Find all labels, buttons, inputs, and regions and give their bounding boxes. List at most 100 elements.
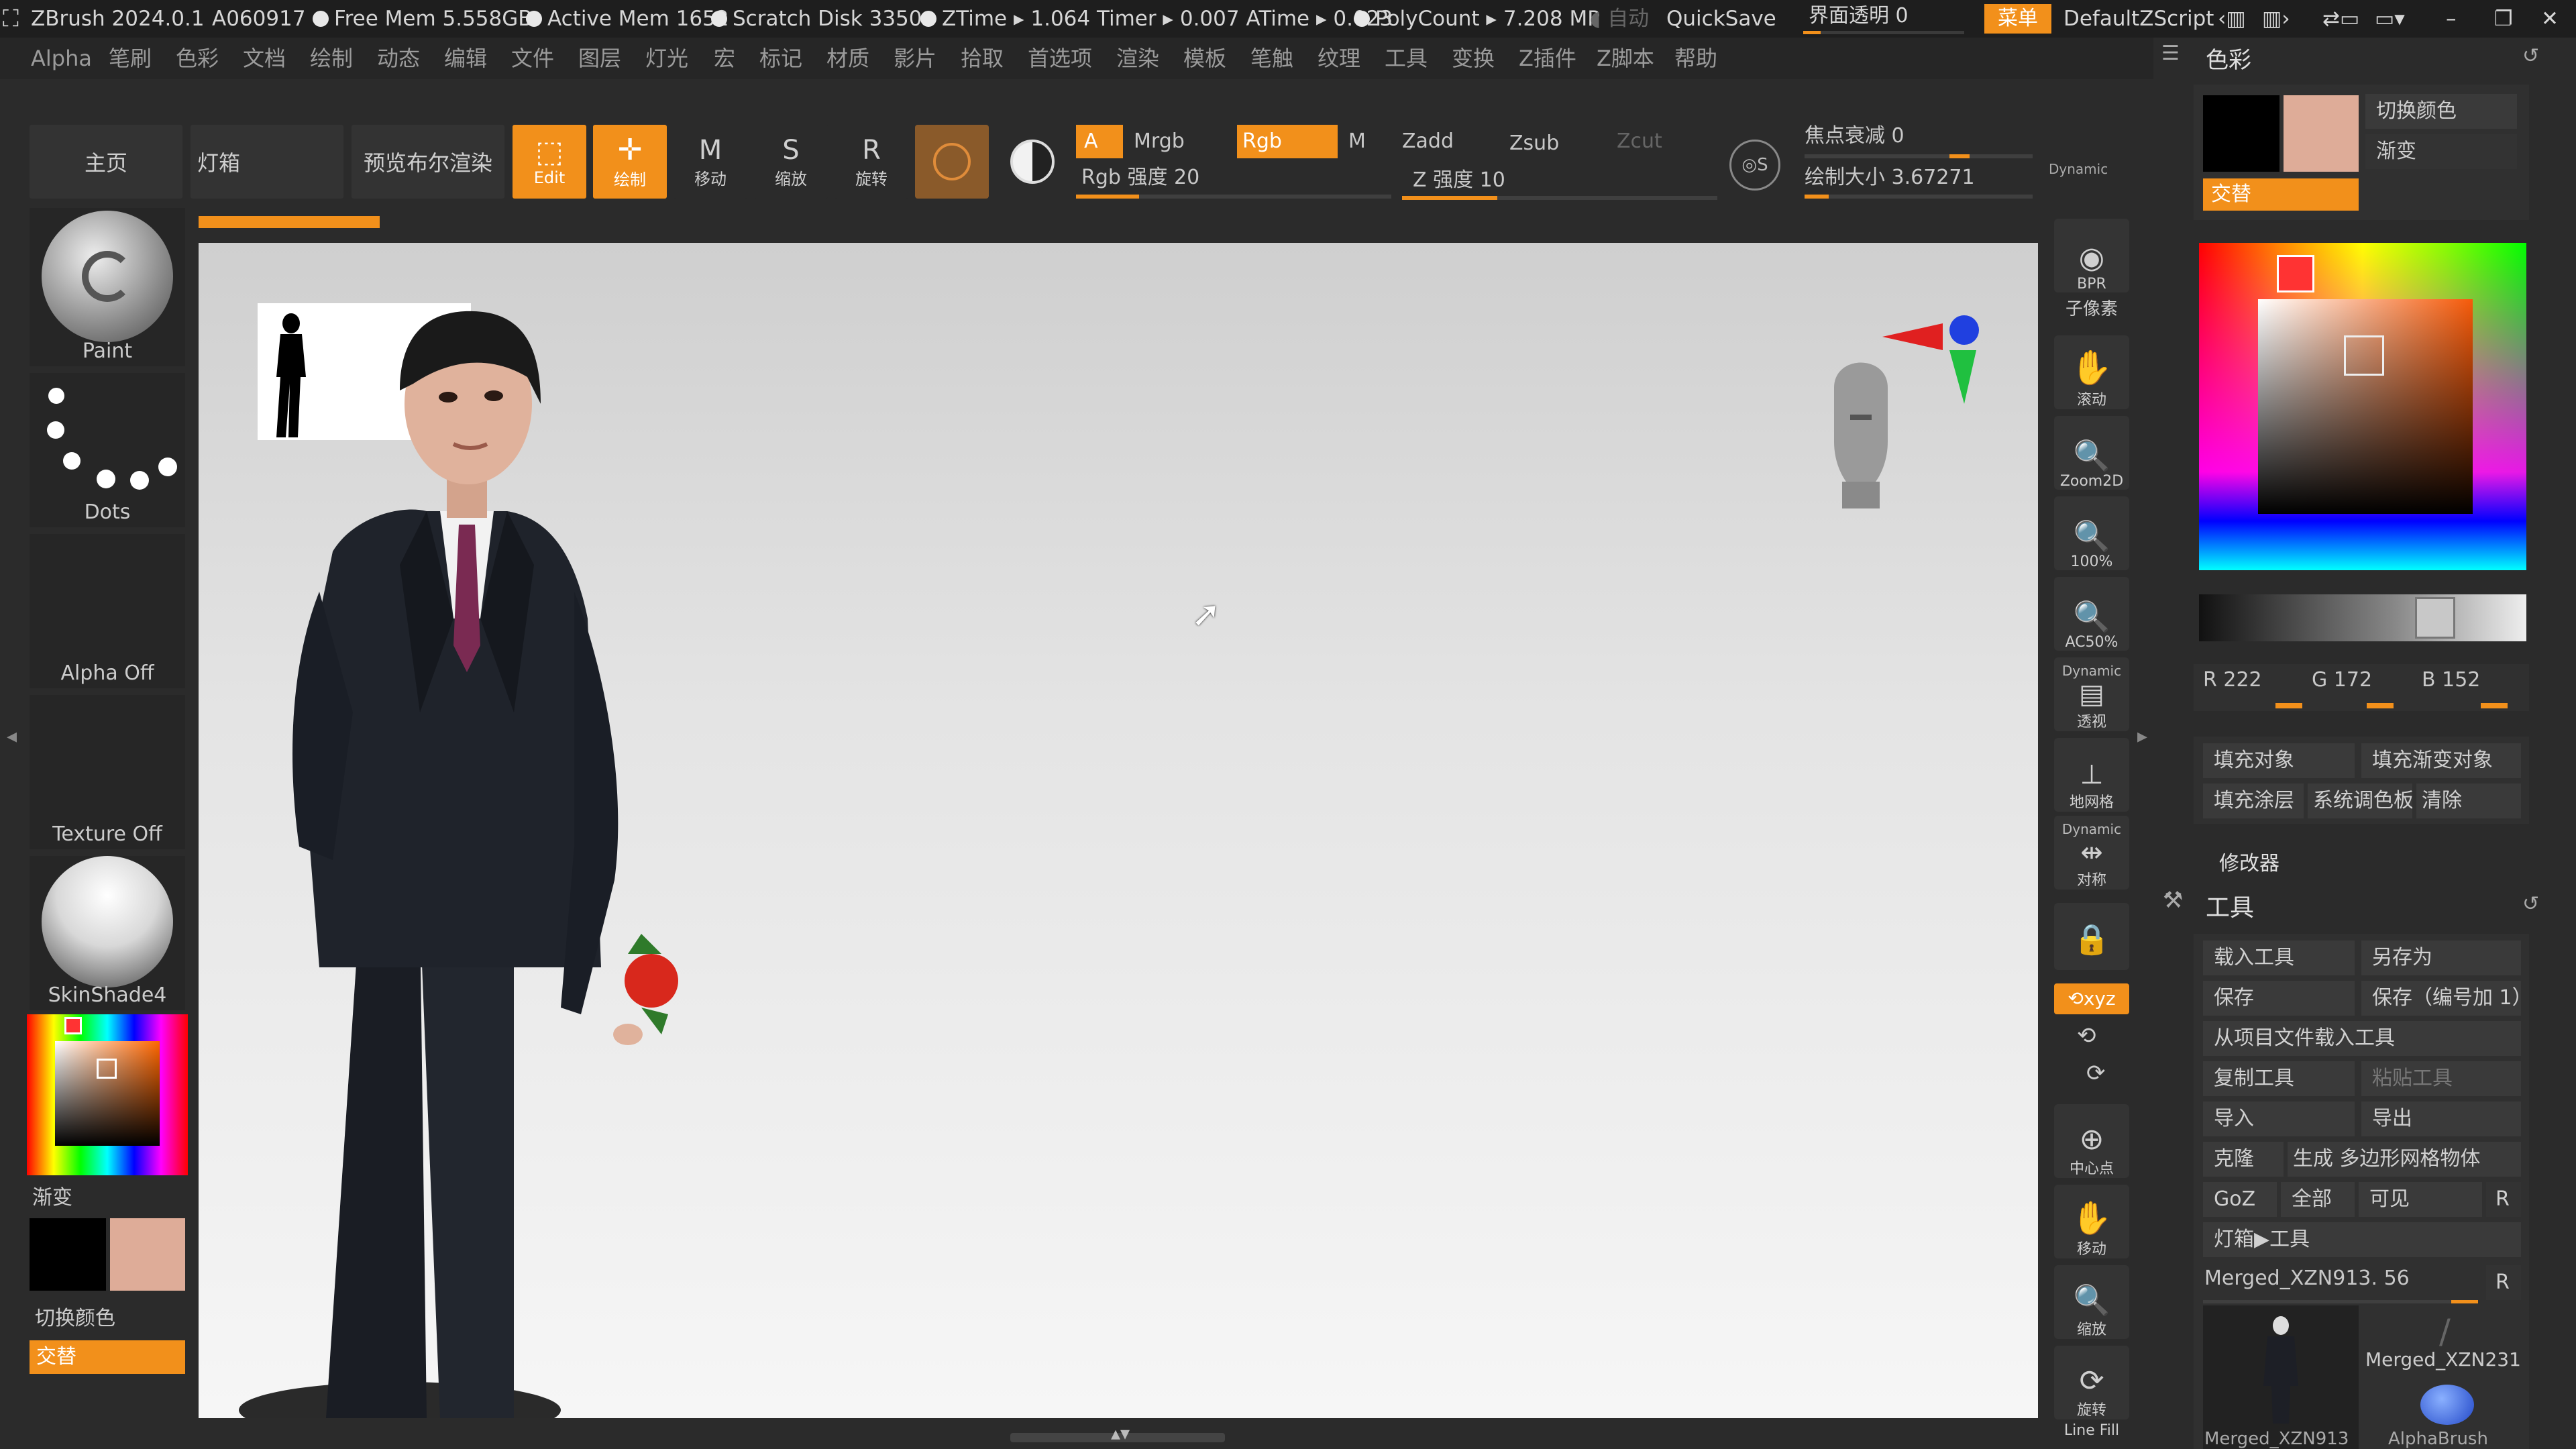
menu-toggle-button[interactable]: 菜单 <box>1984 4 2051 34</box>
menu-picker[interactable]: 拾取 <box>961 38 1004 79</box>
tool-reset-icon[interactable]: ↺ <box>2522 892 2539 916</box>
tool-r-button[interactable]: R <box>2486 1265 2521 1300</box>
lazy-mouse-icon[interactable]: ◎S <box>1729 140 1780 191</box>
goz-r-button[interactable]: R <box>2486 1182 2521 1217</box>
r-slider[interactable]: R 222 <box>2196 664 2304 711</box>
menu-dynamics[interactable]: 动态 <box>377 38 420 79</box>
focal-shift-slider[interactable]: 焦点衰减 0 <box>1805 121 2033 161</box>
zoom-view-button[interactable]: 🔍 缩放 <box>2054 1265 2129 1339</box>
perspective-button[interactable]: Dynamic ▤ 透视 <box>2054 657 2129 731</box>
b-slider[interactable]: B 152 <box>2416 664 2524 711</box>
load-tool-button[interactable]: 载入工具 <box>2203 941 2355 975</box>
secondary-color-swatch[interactable] <box>110 1218 185 1291</box>
paste-tool-button[interactable]: 粘贴工具 <box>2361 1061 2521 1096</box>
alpha-slot[interactable]: Alpha Off <box>30 534 185 688</box>
menu-file[interactable]: 文件 <box>511 38 554 79</box>
subpixel-slider[interactable]: 子像素 <box>2054 295 2129 320</box>
menu-light[interactable]: 灯光 <box>645 38 688 79</box>
rgb-intensity-slider[interactable]: Rgb 强度 20 <box>1076 162 1391 200</box>
color-palette-title[interactable]: 色彩 <box>2206 42 2251 74</box>
save-increment-button[interactable]: 保存（编号加 1） <box>2361 981 2521 1016</box>
load-from-project-button[interactable]: 从项目文件载入工具 <box>2203 1021 2521 1056</box>
symmetry-button[interactable]: Dynamic ⇹ 对称 <box>2054 816 2129 890</box>
right-tray-toggle-icon[interactable]: ▸ <box>2137 724 2151 758</box>
menu-texture[interactable]: 纹理 <box>1318 38 1360 79</box>
menu-render[interactable]: 渲染 <box>1116 38 1159 79</box>
zadd-button[interactable]: Zadd <box>1402 125 1503 158</box>
menu-stencil[interactable]: 模板 <box>1183 38 1226 79</box>
grayscale-bar[interactable] <box>2199 594 2526 641</box>
menu-layer[interactable]: 图层 <box>578 38 621 79</box>
xyz-rotate-button[interactable]: ⟲xyz <box>2054 983 2129 1014</box>
draw-size-slider[interactable]: 绘制大小 3.67271 <box>1805 162 2033 200</box>
import-button[interactable]: 导入 <box>2203 1102 2355 1136</box>
menu-help[interactable]: 帮助 <box>1674 38 1717 79</box>
fill-layer-button[interactable]: 填充涂层 <box>2203 784 2304 818</box>
z-rotate-icon[interactable]: ⟳ <box>2086 1060 2106 1087</box>
lock-button[interactable]: 🔒 <box>2054 903 2129 970</box>
draw-mode-button[interactable]: ✛ 绘制 <box>593 125 667 199</box>
save-button[interactable]: 保存 <box>2203 981 2355 1016</box>
fill-object-button[interactable]: 填充对象 <box>2203 743 2355 778</box>
tool-thumbnail-merged-913[interactable]: Merged_XZN913 <box>2203 1305 2359 1449</box>
expand-tray-icon[interactable]: ▴▾ <box>1100 1422 1140 1445</box>
menu-color[interactable]: 色彩 <box>176 38 219 79</box>
menu-movie[interactable]: 影片 <box>894 38 936 79</box>
scroll-button[interactable]: ✋ 滚动 <box>2054 335 2129 409</box>
saturation-value-square[interactable] <box>2258 299 2473 514</box>
default-zscript-button[interactable]: DefaultZScript <box>2063 0 2214 38</box>
zbrush-logo-icon[interactable]: ⛶ <box>3 0 19 38</box>
menu-marker[interactable]: 标记 <box>759 38 802 79</box>
switch-color-button[interactable]: 切换颜色 <box>2365 94 2517 129</box>
tray-menu-icon[interactable]: ☰ <box>2161 42 2195 75</box>
switch-color-label[interactable]: 切换颜色 <box>35 1301 115 1331</box>
axis-gizmo[interactable] <box>1876 297 2003 404</box>
lightbox-tools-button[interactable]: 灯箱▶工具 <box>2203 1222 2521 1257</box>
alternate-button[interactable]: 交替 <box>2203 178 2359 211</box>
layout-right-icon[interactable]: ▥› <box>2262 0 2290 38</box>
move-mode-button[interactable]: M 移动 <box>674 125 747 199</box>
make-polymesh-button[interactable]: 生成 多边形网格物体 <box>2288 1142 2521 1177</box>
secondary-color-swatch[interactable] <box>2284 95 2359 172</box>
mini-color-picker[interactable] <box>27 1014 188 1175</box>
menu-edit[interactable]: 编辑 <box>444 38 487 79</box>
save-as-button[interactable]: 另存为 <box>2361 941 2521 975</box>
export-button[interactable]: 导出 <box>2361 1102 2521 1136</box>
left-tray-toggle-icon[interactable]: ◂ <box>7 724 20 758</box>
bpr-render-button[interactable]: ◉ BPR <box>2054 219 2129 292</box>
actual-size-button[interactable]: 🔍 100% <box>2054 496 2129 570</box>
clear-button[interactable]: 清除 <box>2416 784 2521 818</box>
character-model[interactable] <box>199 243 802 1418</box>
material-preview-button[interactable] <box>915 125 989 199</box>
menu-stroke[interactable]: 笔触 <box>1250 38 1293 79</box>
z-intensity-slider[interactable]: Z 强度 10 <box>1402 162 1717 200</box>
menu-zscript[interactable]: Z脚本 <box>1597 38 1654 79</box>
linefill-button[interactable]: Line Fill <box>2054 1422 2129 1439</box>
zcut-button[interactable]: Zcut <box>1617 125 1697 158</box>
y-rotate-icon[interactable]: ⟲ <box>2077 1022 2096 1049</box>
layout-menu-icon[interactable]: ▭▾ <box>2375 0 2405 38</box>
document-canvas[interactable]: ➚ <box>199 243 2038 1418</box>
half-size-button[interactable]: 🔍 AC50% <box>2054 577 2129 651</box>
zsub-button[interactable]: Zsub <box>1509 125 1610 158</box>
menu-brush[interactable]: 笔刷 <box>109 38 152 79</box>
home-tab[interactable]: 主页 <box>30 125 182 199</box>
stroke-slot[interactable]: Dots <box>30 373 185 527</box>
menu-preferences[interactable]: 首选项 <box>1028 38 1092 79</box>
system-palette-button[interactable]: 系统调色板 <box>2308 784 2412 818</box>
lightbox-tab[interactable]: 灯箱 <box>191 125 343 199</box>
scale-mode-button[interactable]: S 缩放 <box>754 125 828 199</box>
brush-slot[interactable]: Paint <box>30 208 185 366</box>
fill-gradient-object-button[interactable]: 填充渐变对象 <box>2361 743 2521 778</box>
minimize-icon[interactable]: – <box>2446 0 2457 38</box>
rgb-button[interactable]: Rgb <box>1237 125 1338 158</box>
alpha-a-button[interactable]: A <box>1076 125 1123 158</box>
reset-icon[interactable]: ↺ <box>2522 44 2539 68</box>
mrgb-button[interactable]: Mrgb <box>1134 125 1228 158</box>
goz-visible-button[interactable]: 可见 <box>2359 1182 2482 1217</box>
close-icon[interactable]: ✕ <box>2541 0 2559 38</box>
rotate-view-button[interactable]: ⟳ 旋转 <box>2054 1346 2129 1419</box>
m-button[interactable]: M <box>1348 125 1375 158</box>
menu-transform[interactable]: 变换 <box>1452 38 1495 79</box>
tool-thumbnail-merged-231[interactable]: / Merged_XZN231 AlphaBrush <box>2365 1305 2521 1449</box>
